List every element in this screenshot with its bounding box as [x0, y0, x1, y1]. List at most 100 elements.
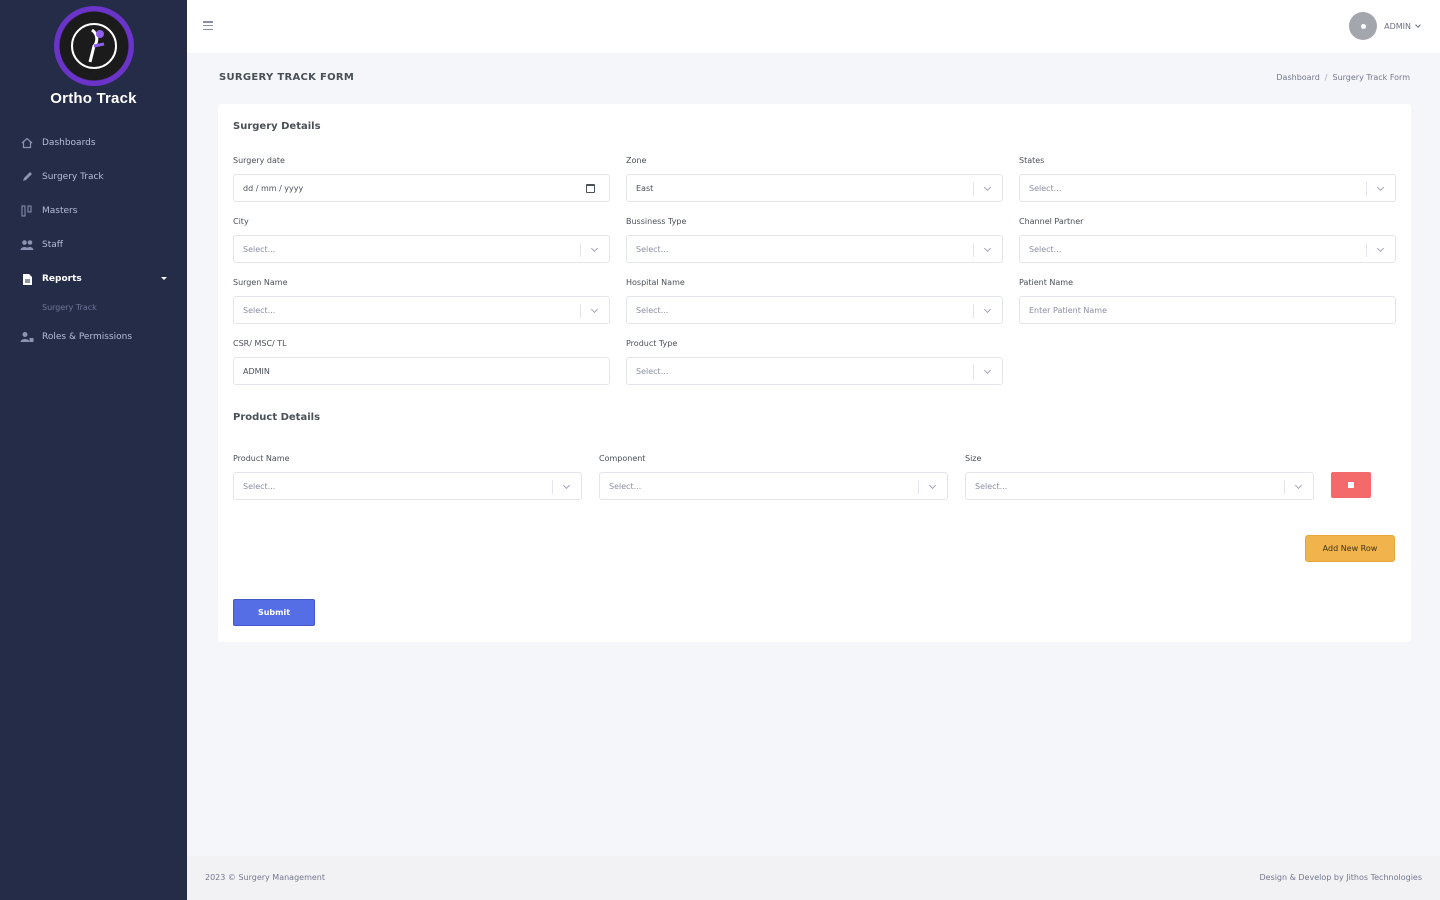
csr-input[interactable]: ADMIN	[233, 357, 610, 385]
select-separator	[973, 365, 974, 379]
channel-partner-label: Channel Partner	[1019, 217, 1084, 226]
surgery-date-value: dd / mm / yyyy	[243, 183, 304, 193]
home-icon	[20, 136, 34, 150]
logo-mark-icon	[53, 6, 134, 86]
zone-select[interactable]: East	[626, 174, 1003, 202]
select-separator	[973, 304, 974, 318]
select-separator	[580, 304, 581, 318]
sidebar-item-dashboards[interactable]: Dashboards	[0, 126, 187, 160]
breadcrumb-separator: /	[1324, 73, 1328, 82]
size-value: Select...	[975, 481, 1008, 491]
component-value: Select...	[609, 481, 642, 491]
product-name-select[interactable]: Select...	[233, 472, 582, 500]
grid-icon	[20, 204, 34, 218]
chevron-down-icon	[590, 244, 599, 253]
states-value: Select...	[1029, 183, 1062, 193]
patient-name-label: Patient Name	[1019, 278, 1073, 287]
sidebar-item-reports[interactable]: Reports	[0, 262, 187, 296]
sidebar-subitem-surgery-track[interactable]: Surgery Track	[0, 296, 187, 320]
zone-value: East	[636, 183, 654, 193]
sidebar-nav: Dashboards Surgery Track Masters Staff R…	[0, 126, 187, 354]
user-lock-icon	[20, 330, 34, 344]
sidebar-item-roles-permissions[interactable]: Roles & Permissions	[0, 320, 187, 354]
users-icon	[20, 238, 34, 252]
sidebar-item-label: Surgery Track	[42, 172, 104, 182]
select-separator	[918, 480, 919, 494]
chevron-down-icon	[983, 244, 992, 253]
surgery-date-label: Surgery date	[233, 156, 285, 165]
user-menu[interactable]: ADMIN	[1349, 12, 1421, 40]
chevron-down-icon	[1294, 481, 1303, 490]
csr-label: CSR/ MSC/ TL	[233, 339, 287, 348]
size-select[interactable]: Select...	[965, 472, 1314, 500]
sidebar-item-label: Staff	[42, 240, 63, 250]
chevron-down-icon	[983, 305, 992, 314]
pen-icon	[20, 170, 34, 184]
business-type-label: Bussiness Type	[626, 217, 687, 226]
user-name: ADMIN	[1384, 21, 1411, 31]
component-label: Component	[599, 454, 646, 463]
sidebar-item-surgery-track[interactable]: Surgery Track	[0, 160, 187, 194]
topbar: ADMIN	[187, 0, 1440, 53]
surgen-name-label: Surgen Name	[233, 278, 288, 287]
product-name-value: Select...	[243, 481, 276, 491]
surgery-form-card: Surgery Details Surgery date dd / mm / y…	[218, 104, 1411, 642]
surgery-date-input[interactable]: dd / mm / yyyy	[233, 174, 610, 202]
trash-icon	[1348, 482, 1354, 488]
sidebar-item-masters[interactable]: Masters	[0, 194, 187, 228]
brand-name: Ortho Track	[50, 90, 137, 107]
product-name-label: Product Name	[233, 454, 290, 463]
avatar[interactable]	[1349, 12, 1378, 40]
breadcrumb-link-dashboard[interactable]: Dashboard	[1276, 73, 1319, 82]
sidebar: Ortho Track Dashboards Surgery Track Mas…	[0, 0, 187, 900]
chevron-down-icon	[590, 305, 599, 314]
select-separator	[1366, 243, 1367, 257]
hospital-name-select[interactable]: Select...	[626, 296, 1003, 324]
states-select[interactable]: Select...	[1019, 174, 1396, 202]
submit-button[interactable]: Submit	[233, 599, 315, 626]
patient-name-placeholder: Enter Patient Name	[1029, 305, 1108, 315]
select-separator	[552, 480, 553, 494]
component-select[interactable]: Select...	[599, 472, 948, 500]
footer-copyright: 2023 © Surgery Management	[205, 873, 326, 882]
channel-partner-select[interactable]: Select...	[1019, 235, 1396, 263]
size-label: Size	[965, 454, 982, 463]
sidebar-item-label: Reports	[42, 274, 82, 284]
breadcrumb-current: Surgery Track Form	[1332, 73, 1411, 82]
footer: 2023 © Surgery Management Design & Devel…	[187, 856, 1440, 900]
page-title: SURGERY TRACK FORM	[219, 72, 355, 83]
select-separator	[1284, 480, 1285, 494]
delete-row-button[interactable]	[1331, 472, 1371, 498]
hospital-name-label: Hospital Name	[626, 278, 685, 287]
select-separator	[1366, 182, 1367, 196]
sidebar-item-staff[interactable]: Staff	[0, 228, 187, 262]
patient-name-input[interactable]: Enter Patient Name	[1019, 296, 1396, 324]
avatar-initial	[1360, 23, 1366, 29]
chevron-down-icon	[1376, 183, 1385, 192]
product-type-select[interactable]: Select...	[626, 357, 1003, 385]
business-type-value: Select...	[636, 244, 669, 254]
surgen-name-select[interactable]: Select...	[233, 296, 610, 324]
sidebar-item-label: Roles & Permissions	[42, 332, 133, 342]
surgery-details-title: Surgery Details	[233, 121, 321, 132]
chevron-down-icon	[983, 366, 992, 375]
hospital-name-value: Select...	[636, 305, 669, 315]
chevron-down-icon	[983, 183, 992, 192]
file-icon	[20, 272, 34, 286]
states-label: States	[1019, 156, 1045, 165]
menu-toggle-icon[interactable]	[203, 21, 213, 30]
select-separator	[580, 243, 581, 257]
city-select[interactable]: Select...	[233, 235, 610, 263]
business-type-select[interactable]: Select...	[626, 235, 1003, 263]
brand-logo[interactable]: Ortho Track	[0, 6, 187, 107]
sidebar-item-label: Masters	[42, 206, 78, 216]
channel-partner-value: Select...	[1029, 244, 1062, 254]
surgen-name-value: Select...	[243, 305, 276, 315]
select-separator	[973, 243, 974, 257]
city-label: City	[233, 217, 249, 226]
chevron-down-icon	[928, 481, 937, 490]
add-new-row-button[interactable]: Add New Row	[1305, 535, 1395, 562]
product-type-label: Product Type	[626, 339, 678, 348]
city-value: Select...	[243, 244, 276, 254]
calendar-icon[interactable]	[586, 184, 595, 193]
